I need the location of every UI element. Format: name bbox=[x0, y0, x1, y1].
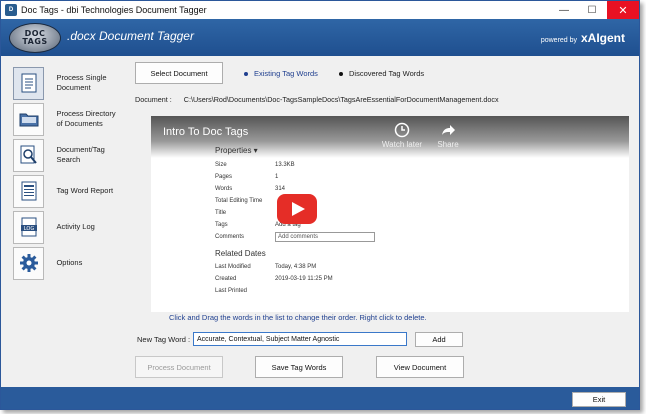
property-row: Pages 1 bbox=[215, 171, 385, 183]
property-value: 1 bbox=[275, 174, 279, 180]
logo-text-bottom: TAGS bbox=[22, 37, 48, 46]
property-key: Tags bbox=[215, 222, 228, 228]
radio-dot bbox=[244, 71, 248, 76]
view-document-button[interactable]: View Document bbox=[376, 356, 464, 378]
report-icon[interactable] bbox=[13, 174, 45, 208]
share-label: Share bbox=[437, 140, 459, 149]
app-icon: D bbox=[5, 4, 17, 16]
property-value: 13.3KB bbox=[275, 162, 295, 168]
folder-icon[interactable] bbox=[13, 102, 45, 136]
radio-dot bbox=[339, 71, 343, 76]
sidebar-item-activity-log[interactable]: LOG Activity Log bbox=[13, 209, 123, 245]
title-bar: D Doc Tags - dbi Technologies Document T… bbox=[1, 1, 639, 19]
sidebar-item-options[interactable]: Options bbox=[13, 245, 123, 281]
date-key: Last Modified bbox=[215, 264, 251, 270]
document-path-row: Document : C:\Users\Rod\Documents\Doc-Ta… bbox=[135, 95, 499, 104]
document-icon[interactable] bbox=[13, 66, 45, 100]
date-row: Created 2019-03-19 11:25 PM bbox=[215, 273, 385, 285]
date-key: Created bbox=[215, 276, 237, 282]
sidebar-nav: Process Single Document Process Director… bbox=[13, 65, 123, 281]
document-label: Document : bbox=[135, 95, 172, 104]
sidebar-item-process-single[interactable]: Process Single Document bbox=[13, 65, 123, 101]
new-tag-label: New Tag Word : bbox=[137, 335, 191, 344]
sidebar-item-search[interactable]: Document/Tag Search bbox=[13, 137, 123, 173]
sidebar-item-label: Activity Log bbox=[56, 222, 95, 231]
video-title: Intro To Doc Tags bbox=[163, 126, 249, 138]
clock-icon bbox=[394, 122, 410, 138]
select-document-button[interactable]: Select Document bbox=[135, 62, 223, 84]
footer-bar bbox=[1, 387, 639, 409]
radio-label: Existing Tag Words bbox=[254, 69, 318, 78]
date-value: Today, 4:38 PM bbox=[275, 264, 317, 270]
sidebar-item-label: Tag Word Report bbox=[56, 186, 114, 195]
sidebar-item-label: Process Directory of Documents bbox=[56, 109, 116, 128]
app-header: DOC TAGS .docx Document Tagger powered b… bbox=[1, 19, 639, 56]
process-document-button[interactable]: Process Document bbox=[135, 356, 223, 378]
sidebar-item-label: Options bbox=[56, 258, 83, 267]
app-window: D Doc Tags - dbi Technologies Document T… bbox=[0, 0, 640, 410]
property-key: Comments bbox=[215, 234, 245, 240]
gear-icon[interactable] bbox=[13, 246, 45, 280]
date-row: Last Modified Today, 4:38 PM bbox=[215, 261, 385, 273]
svg-text:LOG: LOG bbox=[24, 226, 35, 232]
radio-discovered-tag-words[interactable]: Discovered Tag Words bbox=[339, 69, 424, 78]
sidebar-item-label: Process Single Document bbox=[56, 73, 107, 92]
related-dates-heading: Related Dates bbox=[215, 249, 266, 258]
app-heading: .docx Document Tagger bbox=[67, 29, 194, 43]
radio-label: Discovered Tag Words bbox=[349, 69, 425, 78]
property-key: Title bbox=[215, 210, 227, 216]
document-path: C:\Users\Rod\Documents\Doc-TagsSampleDoc… bbox=[183, 95, 499, 104]
share-icon bbox=[442, 125, 455, 135]
search-icon[interactable] bbox=[13, 138, 45, 172]
sidebar-item-label: Document/Tag Search bbox=[56, 145, 105, 164]
date-row: Last Printed bbox=[215, 285, 385, 297]
maximize-button[interactable]: ☐ bbox=[579, 1, 605, 19]
powered-prefix: powered by bbox=[540, 37, 578, 44]
brand-name: xAIgent bbox=[580, 31, 625, 45]
new-tag-input[interactable]: Accurate, Contextual, Subject Matter Agn… bbox=[193, 332, 407, 346]
comments-field[interactable]: Add comments bbox=[275, 232, 375, 242]
property-row: Comments Add comments bbox=[215, 231, 385, 243]
intro-video-player[interactable]: Intro To Doc Tags Watch later Share Prop… bbox=[151, 116, 629, 312]
property-row: Size 13.3KB bbox=[215, 159, 385, 171]
date-value: 2019-03-19 11:25 PM bbox=[275, 276, 333, 282]
property-key: Words bbox=[215, 186, 233, 192]
powered-by: powered by xAIgent bbox=[541, 31, 625, 45]
minimize-button[interactable]: — bbox=[551, 1, 577, 19]
property-key: Size bbox=[215, 162, 227, 168]
log-icon[interactable]: LOG bbox=[13, 210, 45, 244]
window-title: Doc Tags - dbi Technologies Document Tag… bbox=[21, 5, 207, 15]
radio-existing-tag-words[interactable]: Existing Tag Words bbox=[244, 69, 318, 78]
properties-heading: Properties ▾ bbox=[215, 146, 258, 155]
exit-button[interactable]: Exit bbox=[572, 392, 626, 407]
date-key: Last Printed bbox=[215, 288, 248, 294]
property-key: Pages bbox=[215, 174, 233, 180]
share-button[interactable]: Share bbox=[433, 122, 463, 149]
property-key: Total Editing Time bbox=[215, 198, 263, 204]
close-button[interactable]: ✕ bbox=[607, 1, 639, 19]
sidebar-item-tag-report[interactable]: Tag Word Report bbox=[13, 173, 123, 209]
add-button[interactable]: Add bbox=[415, 332, 463, 347]
watch-later-button[interactable]: Watch later bbox=[377, 122, 427, 149]
play-button-icon[interactable] bbox=[277, 194, 317, 224]
sidebar-item-process-directory[interactable]: Process Directory of Documents bbox=[13, 101, 123, 137]
property-value: 314 bbox=[275, 186, 286, 192]
save-tag-words-button[interactable]: Save Tag Words bbox=[255, 356, 343, 378]
doc-tags-logo: DOC TAGS bbox=[9, 23, 61, 53]
drag-hint-text: Click and Drag the words in the list to … bbox=[169, 313, 427, 322]
